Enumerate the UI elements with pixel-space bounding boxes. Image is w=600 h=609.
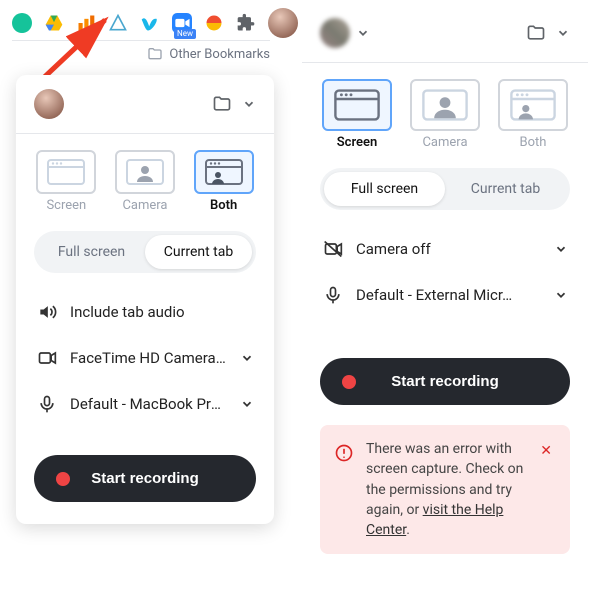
mode-screen-label: Screen — [36, 198, 96, 213]
loom-icon[interactable] — [204, 13, 224, 33]
record-indicator-icon — [56, 472, 70, 486]
camera-off-label: Camera off — [356, 240, 542, 258]
mic-select-label: Default - External Micr… — [356, 286, 542, 304]
mode-camera-label: Camera — [410, 135, 480, 150]
asana-icon[interactable] — [108, 13, 128, 33]
user-avatar[interactable] — [320, 18, 350, 48]
mode-camera[interactable]: Camera — [410, 79, 480, 150]
error-banner: There was an error with screen capture. … — [320, 425, 570, 554]
chevron-down-icon — [554, 288, 568, 302]
dismiss-error-button[interactable]: ✕ — [536, 439, 556, 463]
mode-both-label: Both — [498, 135, 568, 150]
mode-selector: Screen Camera Both — [34, 150, 256, 213]
microphone-icon — [322, 285, 344, 305]
user-avatar[interactable] — [34, 89, 64, 119]
error-icon — [334, 443, 354, 463]
start-recording-label: Start recording — [91, 470, 199, 487]
vimeo-icon[interactable] — [140, 13, 160, 33]
mode-camera-label: Camera — [115, 198, 175, 213]
browser-extensions-bar: New ⋮ — [12, 8, 328, 38]
mode-screen-label: Screen — [322, 135, 392, 150]
capture-scope-segment: Full screen Current tab — [34, 231, 256, 273]
divider — [16, 133, 274, 134]
mode-both[interactable]: Both — [498, 79, 568, 150]
mode-both[interactable]: Both — [194, 150, 254, 213]
extensions-puzzle-icon[interactable] — [236, 13, 256, 33]
new-badge: New — [174, 29, 196, 39]
include-tab-audio-row[interactable]: Include tab audio — [34, 289, 256, 335]
microphone-icon — [36, 394, 58, 414]
folder-icon[interactable] — [212, 94, 232, 114]
mode-screen[interactable]: Screen — [36, 150, 96, 213]
mic-select-row[interactable]: Default - External Micr… — [320, 272, 570, 318]
popup-header — [320, 18, 570, 48]
video-chat-icon[interactable]: New — [172, 13, 192, 33]
camera-off-icon — [322, 239, 344, 259]
mode-screen[interactable]: Screen — [322, 79, 392, 150]
analytics-icon[interactable] — [76, 13, 96, 33]
capture-scope-segment: Full screen Current tab — [320, 168, 570, 210]
speaker-icon — [36, 302, 58, 322]
segment-currenttab[interactable]: Current tab — [145, 235, 252, 269]
chevron-down-icon — [554, 242, 568, 256]
mic-select-label: Default - MacBook Pro ... — [70, 395, 228, 413]
include-tab-audio-label: Include tab audio — [70, 303, 254, 321]
recorder-popup-left: Screen Camera Both Full screen Current t… — [16, 75, 274, 524]
error-text: There was an error with screen capture. … — [366, 439, 524, 540]
mode-camera[interactable]: Camera — [115, 150, 175, 213]
mic-select-row[interactable]: Default - MacBook Pro ... — [34, 381, 256, 427]
start-recording-button[interactable]: Start recording — [34, 455, 256, 502]
camera-icon — [36, 348, 58, 368]
recorder-popup-right: Screen Camera Both Full screen Current t… — [302, 8, 588, 576]
start-recording-label: Start recording — [391, 373, 499, 390]
record-indicator-icon — [342, 375, 356, 389]
profile-avatar-icon[interactable] — [268, 8, 298, 38]
chevron-down-icon[interactable] — [356, 26, 370, 40]
mode-both-label: Both — [194, 198, 254, 213]
segment-currenttab[interactable]: Current tab — [445, 172, 566, 206]
chevron-down-icon — [240, 351, 254, 365]
chevron-down-icon[interactable] — [242, 97, 256, 111]
grammarly-icon[interactable] — [12, 13, 32, 33]
segment-fullscreen[interactable]: Full screen — [38, 235, 145, 269]
segment-fullscreen[interactable]: Full screen — [324, 172, 445, 206]
folder-icon[interactable] — [526, 23, 546, 43]
popup-header — [34, 89, 256, 119]
other-bookmarks-label[interactable]: Other Bookmarks — [169, 47, 270, 62]
bookmarks-bar: Other Bookmarks — [12, 40, 270, 62]
google-drive-icon[interactable] — [44, 13, 64, 33]
start-recording-button[interactable]: Start recording — [320, 358, 570, 405]
camera-select-row[interactable]: FaceTime HD Camera (... — [34, 335, 256, 381]
error-text-post: . — [406, 522, 410, 538]
divider — [302, 62, 588, 63]
chevron-down-icon[interactable] — [556, 26, 570, 40]
camera-off-row[interactable]: Camera off — [320, 226, 570, 272]
camera-select-label: FaceTime HD Camera (... — [70, 349, 228, 367]
folder-icon — [147, 46, 163, 62]
chevron-down-icon — [240, 397, 254, 411]
mode-selector: Screen Camera Both — [320, 79, 570, 150]
